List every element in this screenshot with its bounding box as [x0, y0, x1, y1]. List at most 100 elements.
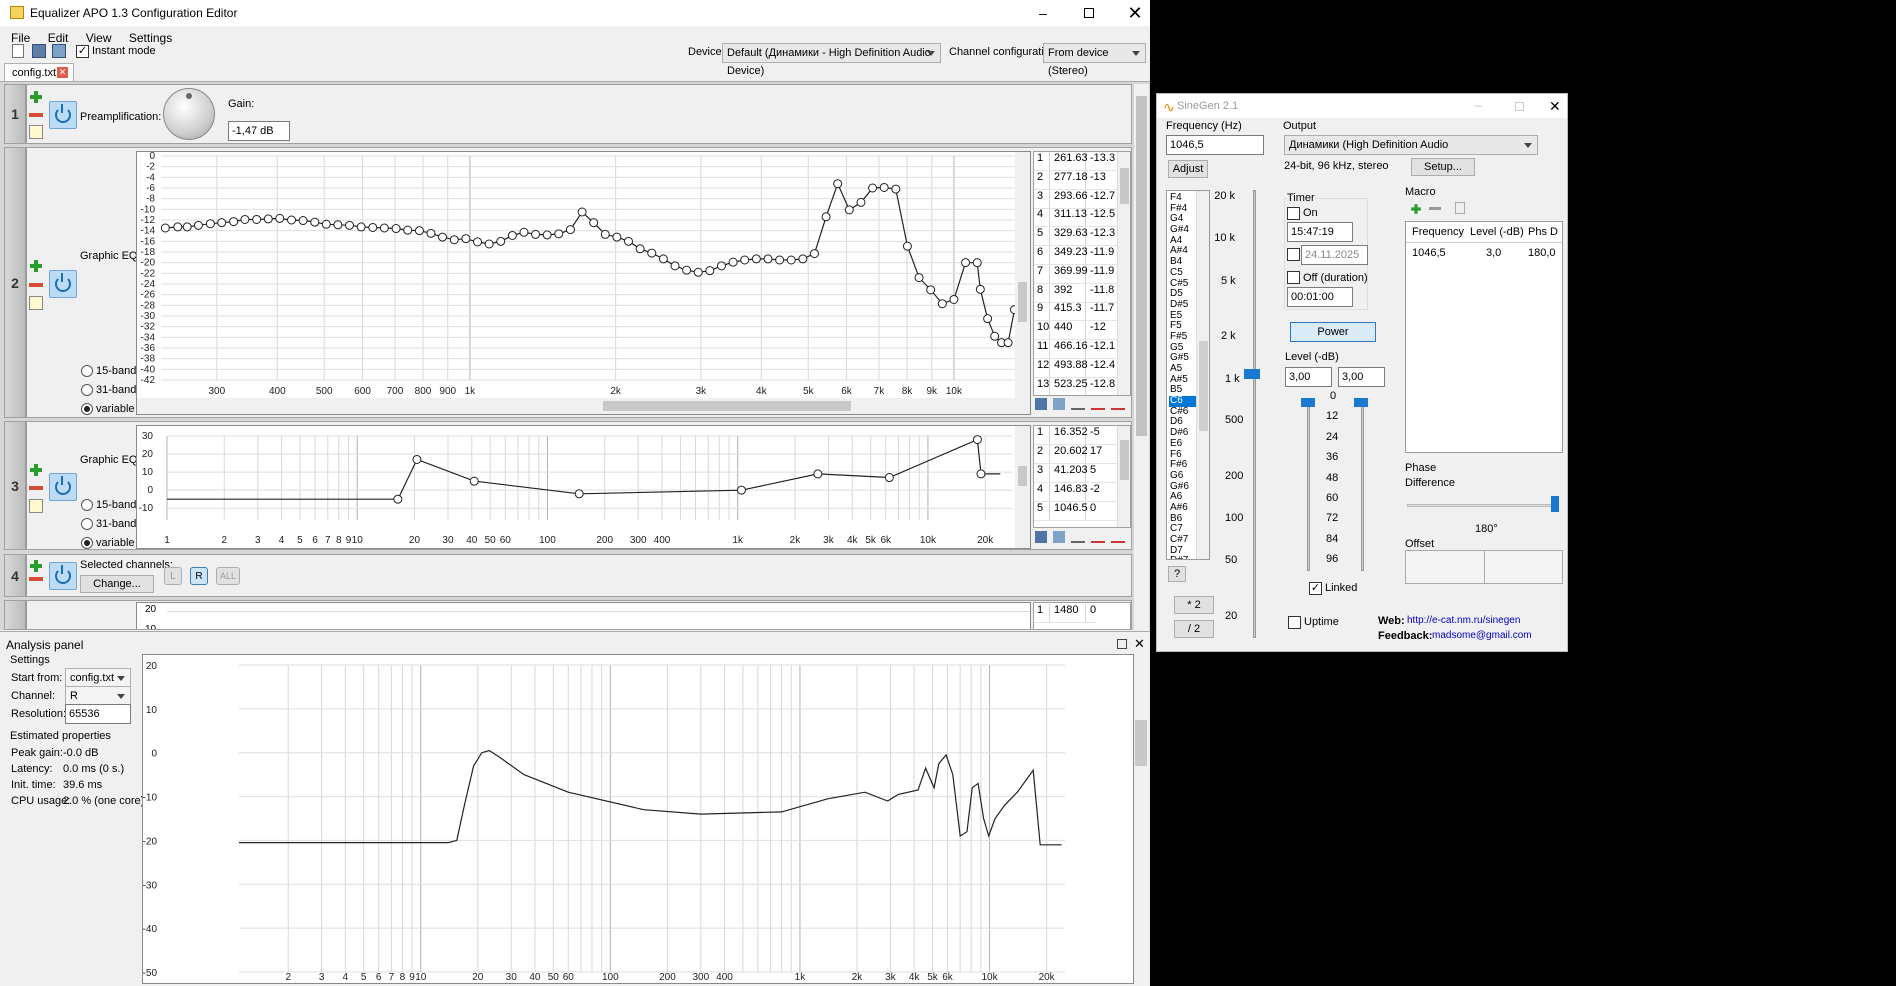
save-preset-icon[interactable]: [1035, 398, 1047, 410]
invert-icon[interactable]: [1071, 531, 1085, 543]
edit-icon[interactable]: [29, 296, 43, 310]
offset-box[interactable]: [1405, 550, 1563, 584]
radio-31-band[interactable]: [81, 518, 93, 530]
edit-icon[interactable]: [29, 499, 43, 513]
device-select[interactable]: Default (Динамики - High Definition Audi…: [722, 43, 941, 77]
table-row[interactable]: 6 349.23 -11.9: [1034, 246, 1118, 265]
remove-filter-icon[interactable]: [29, 486, 43, 490]
level-left-slider-thumb[interactable]: [1301, 398, 1315, 407]
eq-table-5[interactable]: 1 1480 0: [1033, 602, 1131, 629]
level-right-slider-track[interactable]: [1361, 399, 1364, 571]
sg-minimize-button[interactable]: –: [1475, 98, 1482, 112]
note-item[interactable]: D#7: [1169, 556, 1197, 559]
radio-15-band[interactable]: [81, 499, 93, 511]
start-from-select[interactable]: config.txt: [65, 668, 131, 688]
eq-table-2[interactable]: 1 261.63 -13.3 2 277.18 -13 3 293.66 -12.7 4 311.1…: [1033, 151, 1131, 396]
feedback-link[interactable]: madsome@gmail.com: [1432, 630, 1532, 641]
copy-macro-icon[interactable]: [1455, 202, 1465, 214]
note-item[interactable]: G6: [1169, 470, 1197, 482]
adjust-button[interactable]: Adjust: [1168, 160, 1208, 178]
note-list[interactable]: F4 F#4 G4 G#4 A4 A#4 B4 C5 C#5 D5 D#5 E5 F5 F#5 G5 G#5 A…: [1166, 190, 1210, 560]
setup-button[interactable]: Setup...: [1411, 158, 1475, 176]
frequency-slider-thumb[interactable]: [1244, 369, 1260, 379]
new-file-icon[interactable]: [12, 44, 24, 58]
table-row[interactable]: 9 415.3 -11.7: [1034, 302, 1118, 322]
table-row[interactable]: 11 466.16 -12.1: [1034, 340, 1118, 359]
level-right-slider-thumb[interactable]: [1354, 398, 1368, 407]
channel-config-select[interactable]: From device (Stereo): [1043, 43, 1146, 77]
normalize-icon[interactable]: [1091, 531, 1105, 543]
analysis-graph[interactable]: 20 10 0 -10 -20 -30 -40 -50 2 3 4 5 6 7 8 9 10 20 30 40 50 60…: [142, 654, 1134, 984]
save-icon[interactable]: [32, 44, 46, 58]
multiply-2-button[interactable]: * 2: [1174, 596, 1214, 614]
phase-slider-thumb[interactable]: [1551, 496, 1559, 512]
menu-edit[interactable]: Edit: [48, 31, 69, 45]
table-row[interactable]: 12 493.88 -12.4: [1034, 358, 1118, 378]
remove-macro-icon[interactable]: [1429, 207, 1441, 210]
radio-variable[interactable]: [81, 537, 93, 549]
table-row[interactable]: 13 523.25 -12.8: [1034, 377, 1118, 395]
table-row[interactable]: 10 440 -12: [1034, 321, 1118, 341]
channel-l-button[interactable]: L: [164, 567, 182, 585]
menu-file[interactable]: File: [11, 31, 30, 45]
gain-knob[interactable]: [163, 88, 215, 140]
tab-close-icon[interactable]: ✕: [57, 67, 68, 78]
normalize-icon[interactable]: [1091, 398, 1105, 410]
web-link[interactable]: http://e-cat.nm.ru/sinegen: [1407, 615, 1520, 626]
linked-checkbox[interactable]: ✓: [1309, 582, 1322, 595]
table-row[interactable]: 2 20.602 17: [1034, 445, 1118, 464]
divide-2-button[interactable]: / 2: [1174, 620, 1214, 638]
question-button[interactable]: ?: [1168, 566, 1186, 582]
off-duration-checkbox[interactable]: [1287, 271, 1300, 284]
close-button[interactable]: ✕: [1112, 0, 1158, 26]
frequency-input[interactable]: 1046,5: [1166, 135, 1264, 155]
table-row[interactable]: 1 261.63 -13.3: [1034, 152, 1118, 171]
tab-config[interactable]: config.txt ✕: [4, 63, 74, 82]
load-preset-icon[interactable]: [1053, 531, 1065, 543]
save-as-icon[interactable]: [52, 44, 66, 58]
level-left-slider-track[interactable]: [1307, 399, 1310, 571]
main-scrollbar[interactable]: [1134, 84, 1149, 630]
duration-input[interactable]: 00:01:00: [1287, 287, 1353, 307]
filter-2-power-button[interactable]: [49, 270, 77, 298]
note-item[interactable]: D#5: [1169, 299, 1197, 311]
table-row[interactable]: 5 1046.5 0: [1034, 502, 1118, 521]
radio-15-band[interactable]: [81, 365, 93, 377]
timer-on-checkbox[interactable]: [1287, 207, 1300, 220]
radio-31-band[interactable]: [81, 384, 93, 396]
add-filter-icon[interactable]: [29, 559, 43, 573]
channel-r-button[interactable]: R: [190, 567, 208, 585]
channel-all-button[interactable]: ALL: [216, 567, 240, 585]
output-device-select[interactable]: Динамики (High Definition Audio: [1284, 135, 1538, 155]
float-icon[interactable]: [1117, 639, 1127, 649]
minimize-button[interactable]: –: [1020, 0, 1066, 26]
filter-3-power-button[interactable]: [49, 473, 77, 501]
frequency-slider-track[interactable]: [1253, 190, 1256, 638]
level-left-input[interactable]: 3,00: [1285, 367, 1332, 387]
change-channels-button[interactable]: Change...: [80, 575, 154, 593]
table-row[interactable]: 1 16.352 -5: [1034, 426, 1118, 445]
power-button[interactable]: Power: [1290, 322, 1376, 342]
add-macro-icon[interactable]: [1410, 203, 1421, 214]
eq-graph-5[interactable]: 20 10: [136, 602, 1031, 629]
close-panel-icon[interactable]: ✕: [1134, 636, 1145, 652]
table-row[interactable]: 7 369.99 -11.9: [1034, 264, 1118, 284]
uptime-checkbox[interactable]: [1288, 616, 1301, 629]
gain-input[interactable]: -1,47 dB: [228, 121, 290, 141]
maximize-button[interactable]: [1066, 0, 1112, 26]
table-row[interactable]: 2 277.18 -13: [1034, 170, 1118, 190]
resolution-input[interactable]: 65536: [65, 704, 131, 724]
eq-graph-3[interactable]: 30 20 10 0 -10 1 2 3 4 5 6 7 8 9 10 20 30 40 50 60 100 200 300…: [136, 425, 1031, 549]
menu-view[interactable]: View: [86, 31, 112, 45]
macro-table[interactable]: Frequency Level (-dB) Phs D 1046,5 3,0 1…: [1405, 221, 1563, 453]
phase-slider-track[interactable]: [1407, 504, 1559, 507]
load-preset-icon[interactable]: [1053, 398, 1065, 410]
radio-variable[interactable]: [81, 403, 93, 415]
menu-settings[interactable]: Settings: [129, 31, 172, 45]
table-row[interactable]: 3 41.203 5: [1034, 464, 1118, 483]
eq-graph-3-svg[interactable]: 3020100-101 2 3 4 5 6 7 8 9 10 20 30 40 50 60 100 200 300…: [137, 426, 1030, 548]
invert-icon[interactable]: [1071, 398, 1085, 410]
table-row[interactable]: 4 311.13 -12.5: [1034, 208, 1118, 228]
add-filter-icon[interactable]: [29, 90, 43, 104]
time-input[interactable]: 15:47:19: [1287, 222, 1353, 242]
